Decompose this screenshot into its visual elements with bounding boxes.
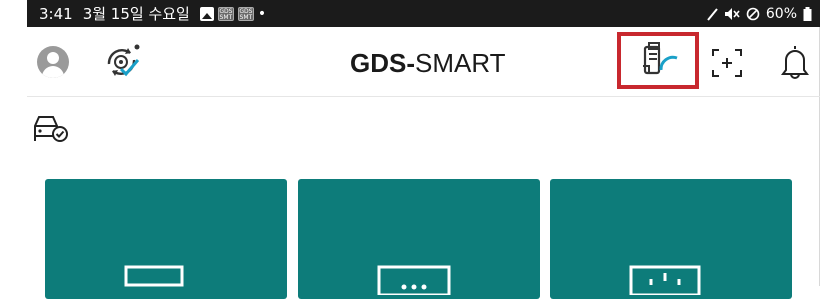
battery-percent: 60% — [765, 5, 797, 22]
avatar-head — [47, 52, 59, 64]
menu-tile-1[interactable] — [45, 179, 287, 299]
gds-smart-icon: GDS SMT — [217, 6, 234, 21]
stylus-icon — [707, 7, 718, 21]
app-logo: GDS-SMART — [350, 48, 506, 79]
logo-gds: GDS- — [350, 48, 415, 78]
bell-icon[interactable] — [778, 43, 812, 79]
tile-3-icon — [629, 265, 701, 295]
avatar[interactable] — [37, 46, 69, 78]
gds-smart-icon: GDS SMT — [237, 6, 254, 21]
sync-settings-icon[interactable] — [101, 42, 143, 82]
dnd-icon — [746, 7, 760, 20]
vci-connection-button[interactable] — [617, 32, 699, 89]
mute-icon — [724, 7, 740, 20]
app-bar: GDS-SMART — [27, 27, 820, 97]
status-time: 3:41 — [39, 4, 73, 23]
menu-tile-3[interactable] — [550, 179, 792, 299]
notification-dot: • — [257, 5, 267, 22]
car-check-icon — [34, 116, 68, 142]
battery-icon — [803, 6, 812, 21]
logo-smart: SMART — [415, 48, 506, 78]
avatar-body — [42, 66, 64, 78]
tile-1-icon — [124, 265, 184, 287]
tile-2-icon — [377, 265, 451, 295]
image-icon — [199, 6, 214, 21]
menu-tile-2[interactable] — [298, 179, 540, 299]
status-date: 3월 15일 수요일 — [82, 5, 190, 23]
scan-icon[interactable] — [710, 47, 744, 79]
vci-gauge-icon — [643, 42, 678, 75]
status-bar: 3:41 3월 15일 수요일 GDS SMT GDS SMT • 60% — [27, 0, 820, 27]
